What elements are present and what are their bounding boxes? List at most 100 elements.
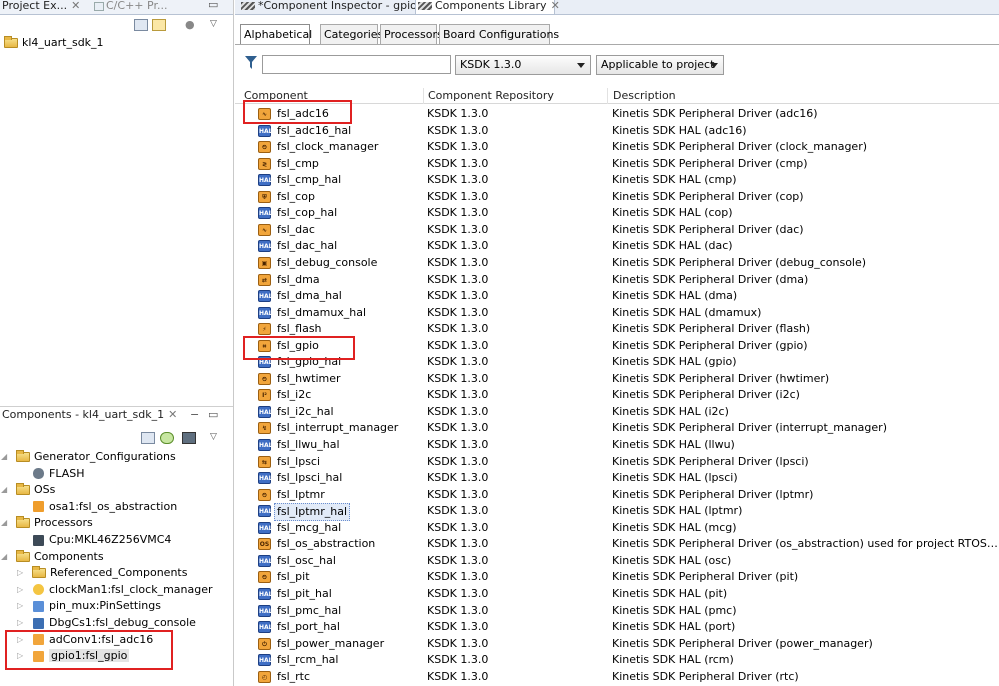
table-row[interactable]: HAL fsl_dma_hal KSDK 1.3.0 Kinetis SDK HAL …: [235, 288, 999, 305]
table-row[interactable]: ▣ fsl_debug_console KSDK 1.3.0 Kinetis SDK …: [235, 255, 999, 272]
tree-item[interactable]: ◢ Components: [1, 549, 104, 564]
minimize-icon[interactable]: −: [190, 408, 199, 421]
table-row[interactable]: ∿ fsl_adc16 KSDK 1.3.0 Kinetis SDK Peripher…: [235, 106, 999, 123]
close-icon[interactable]: ✕: [168, 408, 177, 421]
table-row[interactable]: ⇄ fsl_dma KSDK 1.3.0 Kinetis SDK Peripheral…: [235, 272, 999, 289]
expand-arrow-icon[interactable]: ◢: [1, 515, 7, 530]
table-row[interactable]: ≷ fsl_cmp KSDK 1.3.0 Kinetis SDK Peripheral…: [235, 156, 999, 173]
component-repository: KSDK 1.3.0: [427, 388, 489, 402]
tab-components-library[interactable]: Components Library ✕: [415, 0, 560, 14]
link-editor-icon[interactable]: [152, 19, 166, 31]
component-name: fsl_os_abstraction: [277, 537, 376, 551]
tree-item[interactable]: FLASH: [20, 466, 85, 481]
table-row[interactable]: I² fsl_i2c KSDK 1.3.0 Kinetis SDK Periphera…: [235, 387, 999, 404]
collapse-arrow-icon[interactable]: ▷: [17, 565, 23, 580]
table-row[interactable]: ⇆ fsl_lpsci KSDK 1.3.0 Kinetis SDK Peripher…: [235, 454, 999, 471]
sdk-select[interactable]: KSDK 1.3.0: [455, 55, 591, 75]
component-description: Kinetis SDK HAL (osc): [612, 553, 732, 567]
component-name: fsl_i2c: [277, 388, 312, 402]
column-header-description[interactable]: Description: [613, 88, 676, 104]
collapse-arrow-icon[interactable]: ▷: [17, 598, 23, 613]
component-view-icon[interactable]: [182, 432, 196, 444]
tab-board-configurations[interactable]: Board Configurations: [439, 24, 559, 44]
table-row[interactable]: ⛨ fsl_cop KSDK 1.3.0 Kinetis SDK Peripheral…: [235, 189, 999, 206]
expand-arrow-icon[interactable]: ◢: [1, 482, 7, 497]
collapse-all-icon[interactable]: [141, 432, 155, 444]
component-description: Kinetis SDK Peripheral Driver (debug_con…: [612, 255, 867, 269]
tab-categories[interactable]: Categories: [320, 24, 383, 44]
table-row[interactable]: OS fsl_os_abstraction KSDK 1.3.0 Kinetis SD…: [235, 536, 999, 553]
maximize-icon[interactable]: ▭: [208, 408, 218, 421]
tree-item[interactable]: ▷ gpio1:fsl_gpio: [17, 648, 130, 663]
table-row[interactable]: ⌗ fsl_gpio KSDK 1.3.0 Kinetis SDK Periphera…: [235, 338, 999, 355]
table-row[interactable]: HAL fsl_lpsci_hal KSDK 1.3.0 Kinetis SDK HA…: [235, 470, 999, 487]
table-row[interactable]: HAL fsl_dac_hal KSDK 1.3.0 Kinetis SDK HAL …: [235, 238, 999, 255]
tree-item[interactable]: ▷ clockMan1:fsl_clock_manager: [17, 582, 213, 597]
column-header-component[interactable]: Component: [244, 88, 308, 104]
table-row[interactable]: ↯ fsl_interrupt_manager KSDK 1.3.0 Kinetis …: [235, 420, 999, 437]
tree-item[interactable]: ▷ adConv1:fsl_adc16: [17, 632, 153, 647]
tab-component-inspector[interactable]: *Component Inspector - gpio1: [239, 0, 424, 14]
tab-cpp-projects[interactable]: C/C++ Pr...: [92, 0, 167, 14]
tab-alphabetical[interactable]: Alphabetical: [240, 24, 312, 44]
table-row[interactable]: ⏲ fsl_pit KSDK 1.3.0 Kinetis SDK Peripheral…: [235, 569, 999, 586]
column-separator[interactable]: [607, 88, 608, 104]
view-menu-icon[interactable]: ▽: [210, 427, 217, 447]
filter-dots-icon[interactable]: ●: [185, 15, 195, 35]
collapse-arrow-icon[interactable]: ▷: [17, 648, 23, 663]
table-row[interactable]: HAL fsl_pit_hal KSDK 1.3.0 Kinetis SDK HAL …: [235, 586, 999, 603]
table-row[interactable]: HAL fsl_port_hal KSDK 1.3.0 Kinetis SDK HAL…: [235, 619, 999, 636]
component-description: Kinetis SDK HAL (dac): [612, 239, 733, 253]
expand-arrow-icon[interactable]: ◢: [1, 449, 7, 464]
tree-item[interactable]: Cpu:MKL46Z256VMC4: [20, 532, 171, 547]
tree-item[interactable]: osa1:fsl_os_abstraction: [20, 499, 177, 514]
collapse-arrow-icon[interactable]: ▷: [17, 632, 23, 647]
filter-input[interactable]: [262, 55, 451, 74]
generate-code-icon[interactable]: [160, 432, 174, 444]
table-row[interactable]: ⚡ fsl_flash KSDK 1.3.0 Kinetis SDK Peripher…: [235, 321, 999, 338]
tab-project-explorer[interactable]: Project Ex... ✕: [0, 0, 80, 14]
table-row[interactable]: ⏲ fsl_hwtimer KSDK 1.3.0 Kinetis SDK Periph…: [235, 371, 999, 388]
close-icon[interactable]: ✕: [551, 0, 560, 12]
table-row[interactable]: ⏻ fsl_power_manager KSDK 1.3.0 Kinetis SDK …: [235, 636, 999, 653]
table-row[interactable]: HAL fsl_pmc_hal KSDK 1.3.0 Kinetis SDK HAL …: [235, 603, 999, 620]
table-row[interactable]: HAL fsl_adc16_hal KSDK 1.3.0 Kinetis SDK HA…: [235, 123, 999, 140]
table-row[interactable]: ⏲ fsl_lptmr KSDK 1.3.0 Kinetis SDK Peripher…: [235, 487, 999, 504]
expand-arrow-icon[interactable]: ◢: [1, 549, 7, 564]
tab-processors[interactable]: Processors: [380, 24, 443, 44]
view-menu-icon[interactable]: ▽: [210, 14, 217, 34]
table-row[interactable]: HAL fsl_osc_hal KSDK 1.3.0 Kinetis SDK HAL …: [235, 553, 999, 570]
table-row[interactable]: HAL fsl_llwu_hal KSDK 1.3.0 Kinetis SDK HAL…: [235, 437, 999, 454]
table-row[interactable]: ⏲ fsl_clock_manager KSDK 1.3.0 Kinetis SDK …: [235, 139, 999, 156]
table-row[interactable]: HAL fsl_cop_hal KSDK 1.3.0 Kinetis SDK HAL …: [235, 205, 999, 222]
tree-item[interactable]: ▷ DbgCs1:fsl_debug_console: [17, 615, 196, 630]
tree-item[interactable]: ◢ Generator_Configurations: [1, 449, 176, 464]
table-row[interactable]: ∿ fsl_dac KSDK 1.3.0 Kinetis SDK Peripheral…: [235, 222, 999, 239]
tree-item[interactable]: ▷ Referenced_Components: [17, 565, 187, 580]
scope-select[interactable]: Applicable to project: [596, 55, 724, 75]
table-row[interactable]: HAL fsl_rcm_hal KSDK 1.3.0 Kinetis SDK HAL …: [235, 652, 999, 669]
table-row[interactable]: HAL fsl_i2c_hal KSDK 1.3.0 Kinetis SDK HAL …: [235, 404, 999, 421]
table-row[interactable]: HAL fsl_dmamux_hal KSDK 1.3.0 Kinetis SDK H…: [235, 305, 999, 322]
clock-icon: ⏲: [258, 141, 271, 154]
column-separator[interactable]: [423, 88, 424, 104]
tree-item[interactable]: ▷ pin_mux:PinSettings: [17, 598, 161, 613]
project-item[interactable]: kl4_uart_sdk_1: [4, 35, 104, 50]
filter-funnel-icon[interactable]: [245, 56, 257, 73]
close-icon[interactable]: ✕: [71, 0, 80, 12]
table-row[interactable]: ◴ fsl_rtc KSDK 1.3.0 Kinetis SDK Peripheral…: [235, 669, 999, 686]
minimize-icon[interactable]: ▭: [208, 0, 218, 11]
collapse-arrow-icon[interactable]: ▷: [17, 582, 23, 597]
tree-item[interactable]: ◢ OSs: [1, 482, 55, 497]
tree-item[interactable]: ◢ Processors: [1, 515, 93, 530]
table-row[interactable]: HAL fsl_mcg_hal KSDK 1.3.0 Kinetis SDK HAL …: [235, 520, 999, 537]
table-row[interactable]: HAL fsl_lptmr_hal KSDK 1.3.0 Kinetis SDK HA…: [235, 503, 999, 522]
collapse-all-icon[interactable]: [134, 19, 148, 31]
dac-icon: ∿: [258, 223, 271, 236]
table-row[interactable]: HAL fsl_cmp_hal KSDK 1.3.0 Kinetis SDK HAL …: [235, 172, 999, 189]
tab-components[interactable]: Components - kl4_uart_sdk_1 ✕: [0, 409, 177, 424]
cmp-icon: ≷: [258, 157, 271, 170]
table-row[interactable]: HAL fsl_gpio_hal KSDK 1.3.0 Kinetis SDK HAL…: [235, 354, 999, 371]
column-header-repository[interactable]: Component Repository: [428, 88, 554, 104]
collapse-arrow-icon[interactable]: ▷: [17, 615, 23, 630]
